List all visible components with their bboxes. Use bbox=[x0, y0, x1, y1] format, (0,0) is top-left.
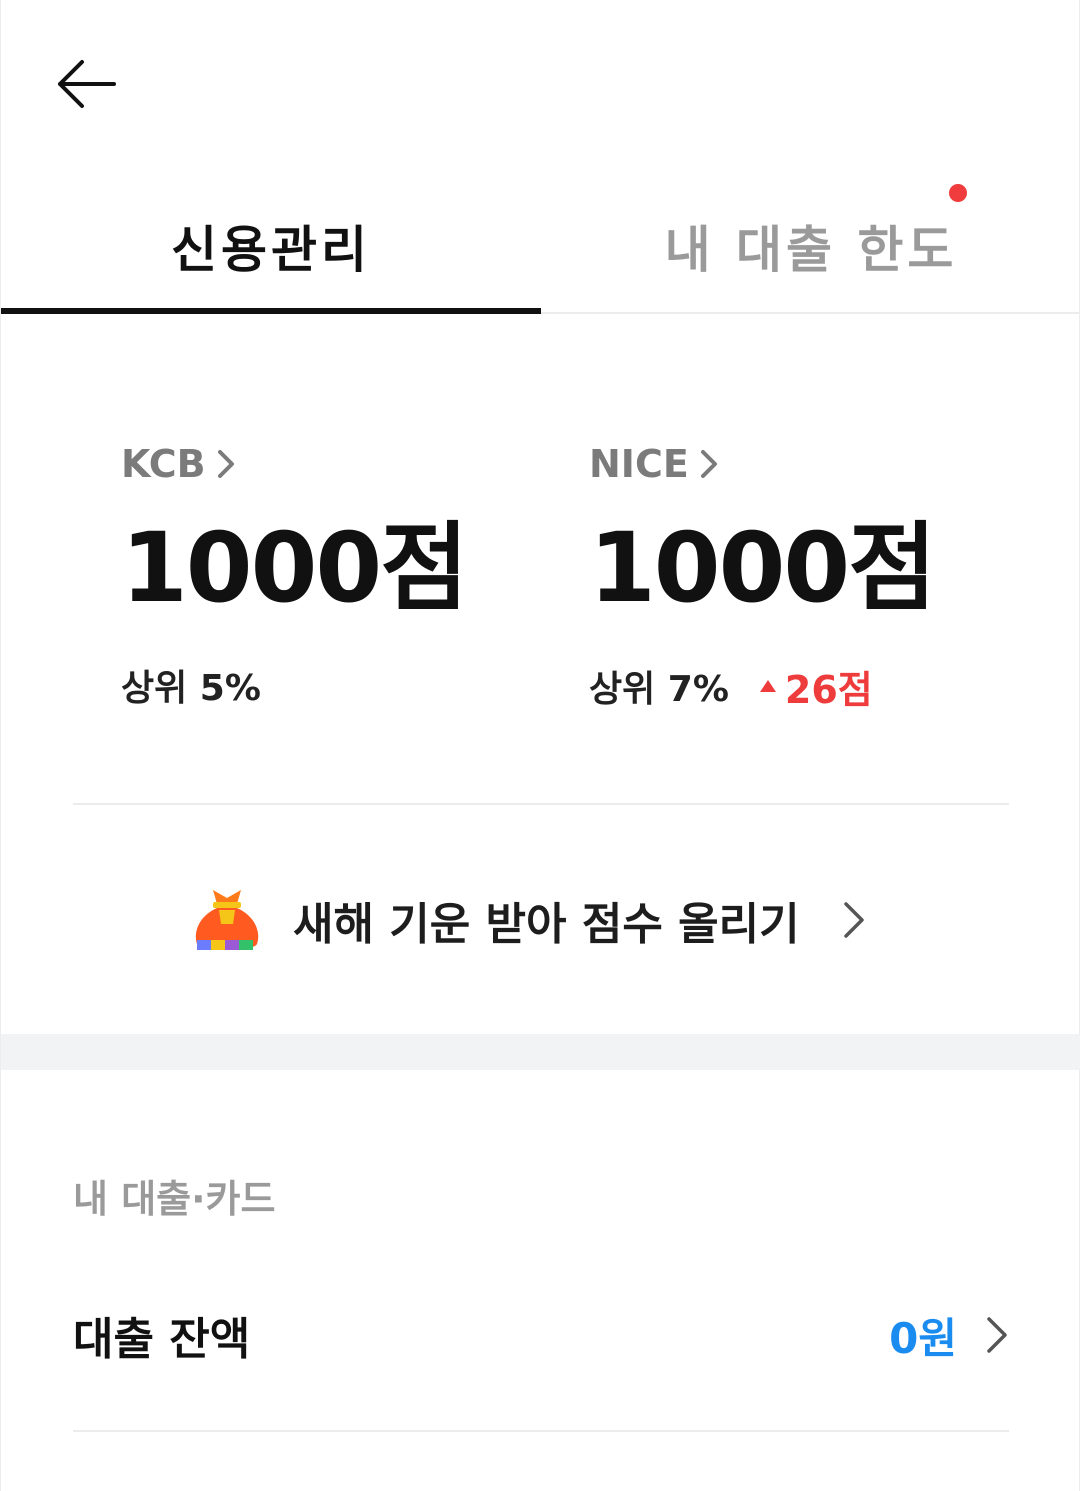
nice-score-card: NICE 1000점 상위 7% 26점 bbox=[589, 440, 937, 714]
kcb-score-value: 1000점 bbox=[121, 512, 469, 624]
section-label: 내 대출·카드 bbox=[73, 1177, 276, 1221]
nice-score-value: 1000점 bbox=[589, 512, 937, 624]
score-change-value: 26점 bbox=[784, 667, 873, 712]
chevron-right-icon bbox=[217, 450, 234, 478]
divider bbox=[73, 1430, 1009, 1432]
new-year-promo-banner[interactable]: 새해 기운 받아 점수 올리기 bbox=[191, 878, 891, 962]
loan-balance-amount: 0원 bbox=[889, 1313, 957, 1363]
bureau-name: NICE bbox=[589, 442, 689, 486]
divider bbox=[73, 803, 1009, 805]
loan-balance-value-group: 0원 bbox=[889, 1305, 1009, 1366]
promo-text: 새해 기운 받아 점수 올리기 bbox=[293, 899, 800, 950]
kcb-link[interactable]: KCB bbox=[121, 440, 467, 488]
credit-screen: 신용관리 내 대출 한도 KCB 1000점 상위 5% NICE 1000점 … bbox=[0, 0, 1080, 1491]
tab-loan-limit[interactable]: 내 대출 한도 bbox=[541, 180, 1080, 312]
chevron-right-icon bbox=[843, 902, 864, 938]
nice-rank: 상위 7% bbox=[589, 669, 729, 711]
kcb-rank: 상위 5% bbox=[121, 667, 261, 709]
chevron-right-icon bbox=[700, 450, 717, 478]
chevron-right-icon bbox=[987, 1317, 1007, 1353]
back-button[interactable] bbox=[41, 48, 131, 120]
triangle-up-icon bbox=[759, 680, 776, 693]
active-tab-indicator bbox=[1, 308, 541, 314]
nice-link[interactable]: NICE bbox=[589, 440, 935, 488]
bureau-name: KCB bbox=[121, 442, 206, 486]
nice-rank-row: 상위 7% 26점 bbox=[589, 659, 935, 714]
score-change: 26점 bbox=[759, 659, 873, 714]
arrow-left-icon bbox=[58, 60, 116, 108]
loan-balance-row[interactable]: 대출 잔액 0원 bbox=[73, 1290, 1009, 1380]
tab-label: 내 대출 한도 bbox=[664, 221, 958, 279]
section-separator bbox=[1, 1034, 1080, 1070]
kcb-score-card: KCB 1000점 상위 5% bbox=[121, 440, 469, 711]
tab-label: 신용관리 bbox=[171, 221, 371, 279]
tab-credit-management[interactable]: 신용관리 bbox=[1, 180, 541, 314]
tab-bar: 신용관리 내 대출 한도 bbox=[1, 180, 1080, 314]
loan-balance-label: 대출 잔액 bbox=[73, 1314, 251, 1365]
notification-dot bbox=[949, 184, 968, 202]
kcb-rank-row: 상위 5% bbox=[121, 659, 467, 711]
lucky-bag-icon bbox=[195, 890, 259, 950]
